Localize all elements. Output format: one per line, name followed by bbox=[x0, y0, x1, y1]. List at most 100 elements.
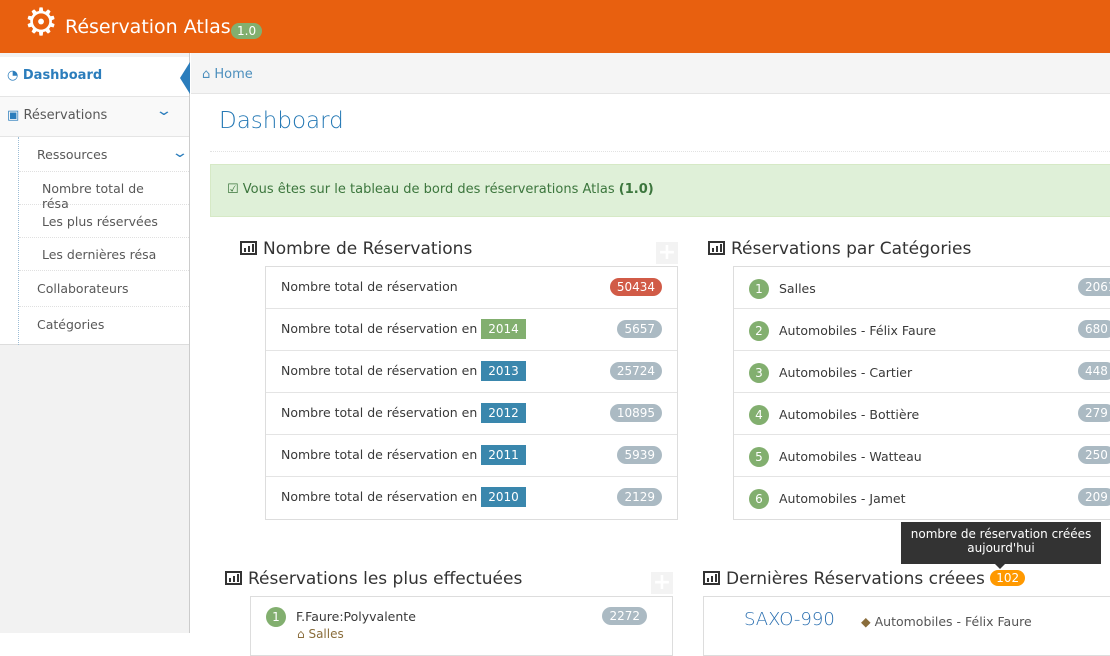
top-navbar: ⚙ Réservation Atlas 1.0 bbox=[0, 0, 1110, 53]
bar-chart-icon bbox=[708, 241, 725, 255]
list-item: Nombre total de réservation en 2011 5939 bbox=[266, 435, 677, 477]
sidebar-submenu: Ressources ⌄ Nombre total de résa Les pl… bbox=[0, 137, 189, 345]
heading-text: Nombre de Réservations bbox=[263, 239, 473, 259]
count-badge: 448 bbox=[1078, 362, 1110, 380]
page-title: Dashboard bbox=[219, 108, 344, 134]
list-item: Nombre total de réservation en 2014 5657 bbox=[266, 309, 677, 351]
item-label: Nombre total de réservation bbox=[281, 279, 458, 294]
nombre-heading: Nombre de Réservations bbox=[240, 239, 472, 259]
item-label: Nombre total de réservation en bbox=[281, 321, 478, 336]
list-item: 3 Automobiles - Cartier 448 bbox=[734, 351, 1110, 393]
chevron-down-icon[interactable]: ⌄ bbox=[171, 145, 189, 161]
item-label: Automobiles - Bottière bbox=[779, 407, 920, 422]
list-item: 5 Automobiles - Watteau 250 bbox=[734, 435, 1110, 477]
plus-heading: Réservations les plus effectuées bbox=[225, 569, 522, 589]
sidebar-item-label: Dashboard bbox=[22, 68, 103, 83]
sidebar-item-dashboard[interactable]: ◔ Dashboard bbox=[0, 57, 190, 97]
rank-badge: 2 bbox=[749, 321, 769, 341]
expand-button[interactable]: + bbox=[656, 242, 678, 264]
dernieres-list: SAXO-990 ◆ Automobiles - Félix Faure bbox=[703, 596, 1110, 656]
list-item: Nombre total de réservation 50434 bbox=[266, 267, 677, 309]
info-alert: ☑ Vous êtes sur le tableau de bord des r… bbox=[210, 164, 1110, 217]
item-category: ◆ Automobiles - Félix Faure bbox=[861, 614, 1032, 629]
item-label: Automobiles - Jamet bbox=[779, 491, 906, 506]
expand-button[interactable]: + bbox=[651, 572, 673, 594]
bar-chart-icon bbox=[240, 241, 257, 255]
heading-text: Réservations par Catégories bbox=[731, 239, 972, 259]
rank-badge: 1 bbox=[749, 279, 769, 299]
item-label: Nombre total de réservation en bbox=[281, 363, 478, 378]
count-badge: 680 bbox=[1078, 320, 1110, 338]
list-item: 4 Automobiles - Bottière 279 bbox=[734, 393, 1110, 435]
tag-text: Salles bbox=[308, 627, 344, 641]
count-badge: 2272 bbox=[602, 607, 647, 625]
sidebar-item-categories[interactable]: Catégories bbox=[19, 307, 189, 345]
count-badge: 209 bbox=[1078, 488, 1110, 506]
tags-icon: ◆ bbox=[861, 614, 871, 629]
sidebar-item-total[interactable]: Nombre total de résa bbox=[19, 172, 189, 211]
sidebar-item-label: Ressources bbox=[37, 147, 108, 162]
chevron-down-icon[interactable]: ⌄ bbox=[155, 103, 173, 119]
categories-heading: Réservations par Catégories bbox=[708, 239, 971, 259]
count-badge: 5657 bbox=[617, 320, 662, 338]
categories-list: 1 Salles 2061 2 Automobiles - Félix Faure 680… bbox=[733, 266, 1110, 520]
dashboard-icon: ◔ bbox=[7, 68, 19, 83]
count-badge: 50434 bbox=[609, 278, 662, 296]
breadcrumb: ⌂ Home bbox=[191, 53, 1110, 94]
camera-icon: ▣ bbox=[7, 108, 20, 123]
sidebar-item-plus-reservees[interactable]: Les plus réservées bbox=[19, 205, 189, 238]
count-badge: 250 bbox=[1078, 446, 1110, 464]
sidebar-item-label: Les dernières résa bbox=[42, 247, 157, 262]
home-icon: ⌂ bbox=[202, 67, 211, 82]
list-item: Nombre total de réservation en 2010 2129 bbox=[266, 477, 677, 519]
sidebar-item-label: Les plus réservées bbox=[42, 214, 158, 229]
app-title[interactable]: Réservation Atlas bbox=[65, 16, 231, 38]
list-item: Nombre total de réservation en 2012 10895 bbox=[266, 393, 677, 435]
sidebar-item-label: Collaborateurs bbox=[37, 281, 129, 296]
item-label: Automobiles - Cartier bbox=[779, 365, 913, 380]
year-label: 2011 bbox=[481, 445, 526, 465]
rank-badge: 6 bbox=[749, 489, 769, 509]
item-label: Automobiles - Watteau bbox=[779, 449, 922, 464]
rank-badge: 4 bbox=[749, 405, 769, 425]
tooltip: nombre de réservation créées aujourd'hui bbox=[901, 522, 1101, 569]
count-badge: 25724 bbox=[609, 362, 662, 380]
rank-badge: 5 bbox=[749, 447, 769, 467]
version-badge: 1.0 bbox=[231, 23, 263, 39]
count-badge: 10895 bbox=[609, 404, 662, 422]
sidebar: ◔ Dashboard ▣ Réservations ⌄ Ressources … bbox=[0, 53, 190, 633]
year-label: 2014 bbox=[481, 319, 526, 339]
sidebar-item-label: Réservations bbox=[23, 108, 108, 123]
sidebar-item-dernieres[interactable]: Les dernières résa bbox=[19, 238, 189, 271]
plus-list: 1 F.Faure:Polyvalente ⌂ Salles 2272 bbox=[250, 596, 673, 656]
category-text: Automobiles - Félix Faure bbox=[874, 614, 1032, 629]
alert-version: (1.0) bbox=[618, 182, 654, 197]
item-tag: ⌂ Salles bbox=[297, 627, 344, 641]
gear-icon: ⚙ bbox=[24, 0, 59, 44]
year-label: 2013 bbox=[481, 361, 526, 381]
alert-text: Vous êtes sur le tableau de bord des rés… bbox=[242, 182, 615, 197]
breadcrumb-home-link[interactable]: Home bbox=[214, 67, 252, 82]
item-label: Nombre total de réservation en bbox=[281, 489, 478, 504]
tag-icon: ⌂ bbox=[297, 627, 305, 641]
bar-chart-icon bbox=[703, 571, 720, 585]
active-indicator bbox=[180, 62, 190, 94]
sidebar-item-collaborateurs[interactable]: Collaborateurs bbox=[19, 271, 189, 307]
heading-text: Réservations les plus effectuées bbox=[248, 569, 523, 589]
count-badge: 279 bbox=[1078, 404, 1110, 422]
sidebar-item-label: Catégories bbox=[37, 317, 105, 332]
check-square-icon: ☑ bbox=[227, 182, 239, 197]
sidebar-item-reservations[interactable]: ▣ Réservations ⌄ bbox=[0, 97, 189, 137]
item-label: Nombre total de réservation en bbox=[281, 447, 478, 462]
today-count-badge: 102 bbox=[990, 570, 1026, 586]
rank-badge: 1 bbox=[266, 607, 286, 627]
year-label: 2012 bbox=[481, 403, 526, 423]
item-label: Automobiles - Félix Faure bbox=[779, 323, 937, 338]
list-item: 2 Automobiles - Félix Faure 680 bbox=[734, 309, 1110, 351]
item-label: Salles bbox=[779, 281, 816, 296]
divider bbox=[210, 151, 1110, 152]
reservation-code-link[interactable]: SAXO-990 bbox=[744, 609, 835, 630]
nombre-list: Nombre total de réservation 50434 Nombre… bbox=[265, 266, 678, 520]
item-label: F.Faure:Polyvalente bbox=[296, 609, 416, 624]
sidebar-item-ressources[interactable]: Ressources ⌄ bbox=[19, 137, 189, 172]
